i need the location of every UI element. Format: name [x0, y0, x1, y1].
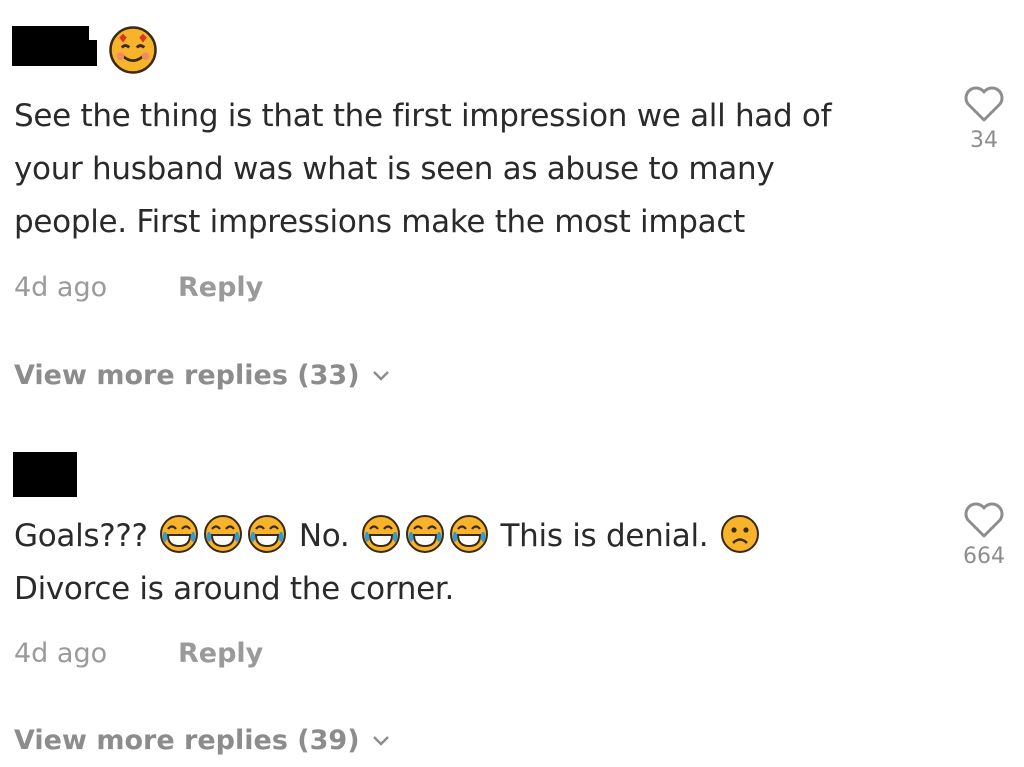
comment-text-line: people. First impressions make the most …: [14, 204, 745, 240]
comment-text-line: your husband was what is seen as abuse t…: [14, 151, 775, 187]
redacted-username: [13, 452, 77, 497]
comment-text: See the thing is that the first impressi…: [14, 90, 832, 249]
heart-icon: [962, 84, 1006, 124]
heart-eyes-smiling-emoji-icon: [109, 26, 157, 74]
comment-text-line: Goals??? No. This is denial.: [14, 510, 762, 563]
tears-of-joy-emoji-icon: [405, 514, 445, 554]
comment-text-line: Divorce is around the corner.: [14, 571, 455, 607]
tears-of-joy-emoji-icon: [247, 514, 287, 554]
reply-button[interactable]: Reply: [178, 272, 263, 303]
tears-of-joy-emoji-icon: [203, 514, 243, 554]
comment-2: Goals??? No. This is denial. Divorce is …: [0, 440, 1024, 767]
view-more-replies-button[interactable]: View more replies (33): [14, 360, 390, 391]
tears-of-joy-emoji-icon: [159, 514, 199, 554]
timestamp: 4d ago: [14, 638, 108, 669]
tears-of-joy-emoji-icon: [449, 514, 489, 554]
comment-text-line: See the thing is that the first impressi…: [14, 98, 832, 134]
like-button[interactable]: 664: [954, 500, 1014, 569]
slightly-frowning-emoji-icon: [720, 514, 760, 554]
comment-1: See the thing is that the first impressi…: [0, 0, 1024, 420]
tears-of-joy-emoji-icon: [361, 514, 401, 554]
reply-button[interactable]: Reply: [178, 638, 263, 669]
chevron-down-icon: [372, 735, 389, 746]
like-count: 664: [963, 544, 1005, 569]
chevron-down-icon: [372, 370, 389, 381]
timestamp: 4d ago: [14, 272, 108, 303]
view-more-replies-label: View more replies (39): [14, 725, 360, 756]
comment-text-part: No.: [298, 518, 350, 554]
like-count: 34: [970, 128, 998, 153]
like-button[interactable]: 34: [954, 84, 1014, 153]
redacted-username: [12, 26, 89, 66]
view-more-replies-button[interactable]: View more replies (39): [14, 725, 390, 756]
heart-icon: [962, 500, 1006, 540]
view-more-replies-label: View more replies (33): [14, 360, 360, 391]
comment-text-part: Goals???: [14, 518, 148, 554]
comment-text: Goals??? No. This is denial. Divorce is …: [14, 510, 762, 616]
comment-text-part: This is denial.: [500, 518, 709, 554]
redacted-username-fragment: [89, 40, 97, 66]
